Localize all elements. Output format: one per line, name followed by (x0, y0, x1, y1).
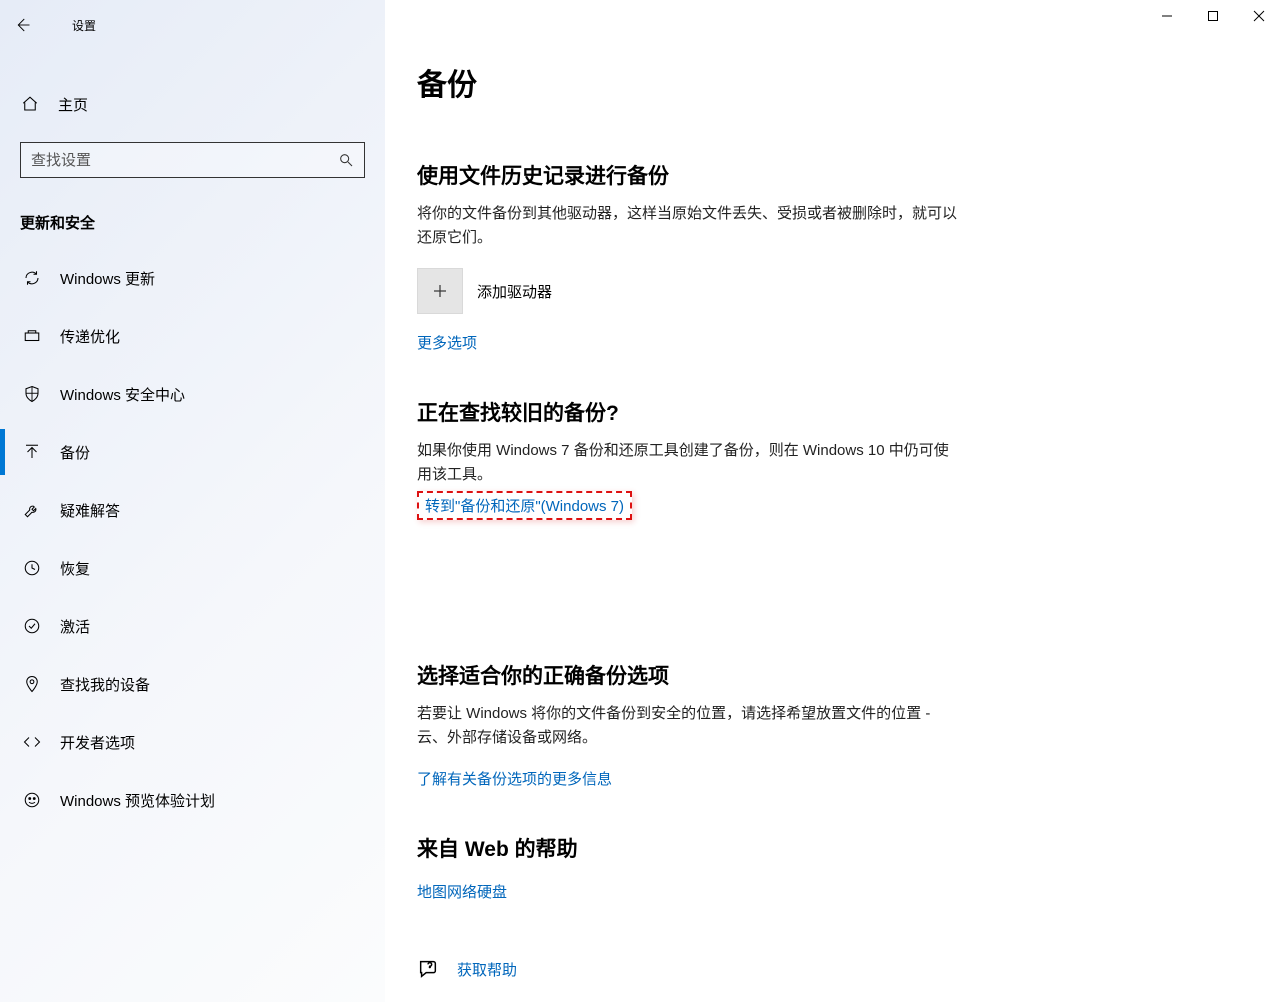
recovery-icon (22, 558, 42, 578)
add-drive-label: 添加驱动器 (477, 281, 552, 302)
section-heading: 选择适合你的正确备份选项 (417, 660, 1252, 690)
map-network-drive-link[interactable]: 地图网络硬盘 (417, 881, 507, 902)
sidebar-item-label: 恢复 (60, 558, 90, 579)
backup-icon (22, 442, 42, 462)
developer-icon (22, 732, 42, 752)
sidebar-item-label: 查找我的设备 (60, 674, 150, 695)
add-drive-button[interactable]: 添加驱动器 (417, 268, 1252, 314)
window-title: 设置 (72, 17, 96, 34)
sidebar-item-label: 传递优化 (60, 326, 120, 347)
sidebar-item-windows-security[interactable]: Windows 安全中心 (0, 365, 385, 423)
sidebar-item-label: 开发者选项 (60, 732, 135, 753)
goto-win7-backup-link[interactable]: 转到"备份和还原"(Windows 7) (425, 495, 624, 516)
activation-icon (22, 616, 42, 636)
back-button[interactable] (0, 3, 44, 47)
get-help-link[interactable]: 获取帮助 (457, 959, 517, 980)
help-icon (417, 958, 439, 980)
page-title: 备份 (417, 60, 1252, 104)
sidebar-item-label: Windows 预览体验计划 (60, 790, 215, 811)
sidebar-item-delivery-optimization[interactable]: 传递优化 (0, 307, 385, 365)
sidebar-item-label: Windows 安全中心 (60, 384, 185, 405)
sidebar-item-label: 备份 (60, 442, 90, 463)
sidebar: 设置 主页 更新和安全 Windows 更新 传递优 (0, 0, 385, 1002)
highlight-annotation: 转到"备份和还原"(Windows 7) (417, 491, 632, 520)
sidebar-home[interactable]: 主页 (0, 84, 385, 124)
section-web-help: 来自 Web 的帮助 地图网络硬盘 (417, 833, 1252, 902)
sidebar-item-label: 疑难解答 (60, 500, 120, 521)
search-box[interactable] (20, 142, 365, 178)
sidebar-section-label: 更新和安全 (0, 212, 385, 233)
home-icon (20, 95, 40, 113)
sidebar-item-label: 激活 (60, 616, 90, 637)
section-description: 若要让 Windows 将你的文件备份到安全的位置，请选择希望放置文件的位置 -… (417, 702, 957, 750)
get-help-row[interactable]: 获取帮助 (417, 958, 1252, 980)
section-older-backup: 正在查找较旧的备份? 如果你使用 Windows 7 备份和还原工具创建了备份，… (417, 397, 1252, 520)
learn-backup-options-link[interactable]: 了解有关备份选项的更多信息 (417, 768, 612, 789)
section-file-history: 使用文件历史记录进行备份 将你的文件备份到其他驱动器，这样当原始文件丢失、受损或… (417, 160, 1252, 353)
sidebar-item-for-developers[interactable]: 开发者选项 (0, 713, 385, 771)
sidebar-item-insider-program[interactable]: Windows 预览体验计划 (0, 771, 385, 829)
content-area: 备份 使用文件历史记录进行备份 将你的文件备份到其他驱动器，这样当原始文件丢失、… (385, 0, 1282, 1002)
sidebar-item-activation[interactable]: 激活 (0, 597, 385, 655)
sidebar-item-find-my-device[interactable]: 查找我的设备 (0, 655, 385, 713)
sync-icon (22, 268, 42, 288)
section-heading: 使用文件历史记录进行备份 (417, 160, 1252, 190)
sidebar-item-label: Windows 更新 (60, 268, 155, 289)
wrench-icon (22, 500, 42, 520)
plus-icon (417, 268, 463, 314)
section-heading: 来自 Web 的帮助 (417, 833, 1252, 863)
sidebar-item-backup[interactable]: 备份 (0, 423, 385, 481)
insider-icon (22, 790, 42, 810)
delivery-icon (22, 326, 42, 346)
section-choose-backup: 选择适合你的正确备份选项 若要让 Windows 将你的文件备份到安全的位置，请… (417, 660, 1252, 789)
search-icon (338, 152, 354, 168)
section-description: 如果你使用 Windows 7 备份和还原工具创建了备份，则在 Windows … (417, 439, 957, 487)
sidebar-home-label: 主页 (58, 94, 88, 115)
section-description: 将你的文件备份到其他驱动器，这样当原始文件丢失、受损或者被删除时，就可以还原它们… (417, 202, 957, 250)
sidebar-item-troubleshoot[interactable]: 疑难解答 (0, 481, 385, 539)
location-icon (22, 674, 42, 694)
sidebar-item-recovery[interactable]: 恢复 (0, 539, 385, 597)
sidebar-item-windows-update[interactable]: Windows 更新 (0, 249, 385, 307)
search-input[interactable] (31, 152, 338, 169)
more-options-link[interactable]: 更多选项 (417, 332, 477, 353)
section-heading: 正在查找较旧的备份? (417, 397, 1252, 427)
shield-icon (22, 384, 42, 404)
